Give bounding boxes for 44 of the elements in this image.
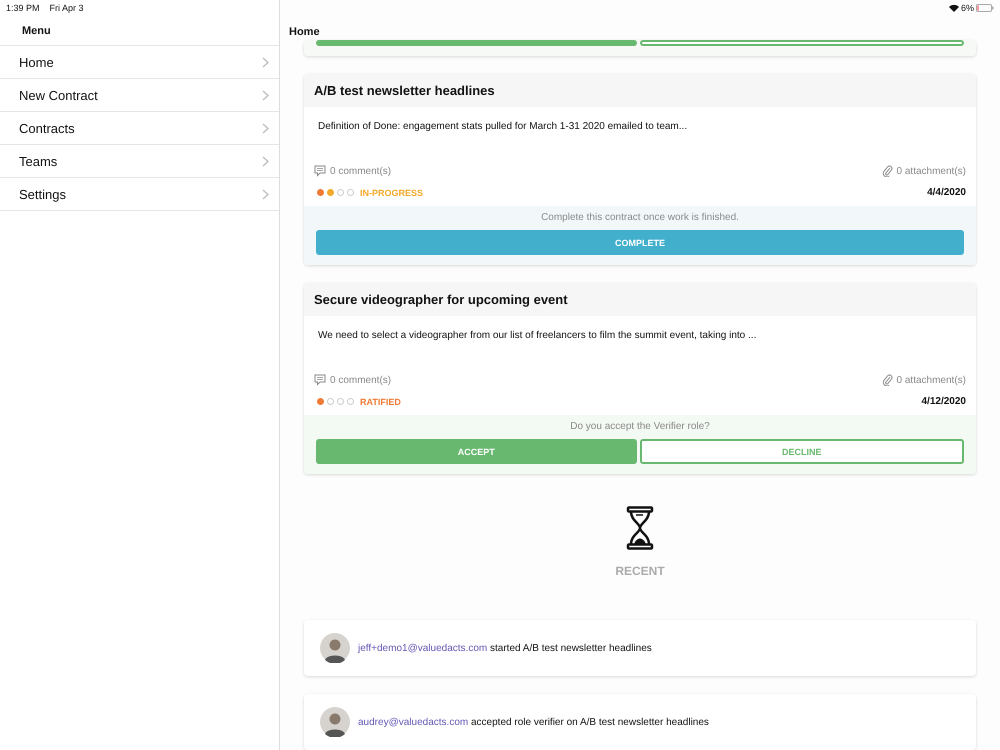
user-email-link[interactable]: jeff+demo1@valuedacts.com [358, 642, 488, 654]
battery-icon [976, 4, 994, 12]
user-email-link[interactable]: audrey@valuedacts.com [358, 716, 468, 728]
attachment-count: 0 attachment(s) [896, 166, 966, 176]
chevron-right-icon [262, 56, 269, 68]
chevron-right-icon [262, 156, 269, 166]
wifi-icon [948, 4, 959, 12]
action-prompt: Complete this contract once work is finished. [541, 212, 739, 223]
status-label: IN-PROGRESS [360, 188, 424, 198]
menu-item[interactable]: Contracts [0, 112, 279, 145]
menu-item[interactable]: Teams [0, 145, 279, 178]
status-time: 1:39 PM [6, 2, 40, 12]
sidebar-title: Menu [22, 25, 51, 37]
chevron-right-icon [262, 188, 269, 200]
avatar-icon [320, 633, 350, 663]
recent-heading: RECENT [615, 564, 665, 578]
comment-icon [314, 165, 326, 177]
hourglass-icon [626, 506, 654, 550]
paperclip-icon [882, 374, 893, 386]
chevron-right-icon [262, 122, 269, 134]
contract-date: 4/4/2020 [927, 187, 966, 198]
contract-title: Secure videographer for upcoming event [304, 283, 976, 316]
avatar-icon [320, 707, 350, 737]
action-prompt: Do you accept the Verifier role? [570, 421, 710, 432]
contract-title: A/B test newsletter headlines [304, 74, 976, 107]
paperclip-icon [882, 165, 893, 177]
page-title: Home [289, 26, 320, 38]
attachment-count: 0 attachment(s) [896, 374, 966, 386]
comment-count: 0 comment(s) [330, 374, 392, 386]
contract-description: We need to select a videographer from our list of freelancers to film the summit event, taking into ... [318, 330, 756, 341]
menu-item[interactable]: Settings [0, 178, 279, 211]
activity-text: jeff+demo1@valuedacts.com started A/B test newsletter headlines [358, 642, 652, 654]
chevron-right-icon [262, 90, 269, 100]
contract-description: Definition of Done: engagement stats pulled for March 1-31 2020 emailed to team... [318, 121, 688, 132]
comment-count: 0 comment(s) [330, 166, 392, 176]
status-label: RATIFIED [360, 396, 401, 406]
battery-percent: 6% [960, 2, 974, 12]
status-date: Fri Apr 3 [50, 2, 84, 12]
decline-button[interactable] [640, 40, 964, 46]
comment-icon [314, 374, 326, 386]
menu-item[interactable]: Home [0, 46, 279, 79]
menu-item[interactable]: New Contract [0, 79, 279, 112]
contract-date: 4/12/2020 [922, 396, 966, 407]
activity-text: audrey@valuedacts.com accepted role verifier on A/B test newsletter headlines [358, 716, 709, 728]
